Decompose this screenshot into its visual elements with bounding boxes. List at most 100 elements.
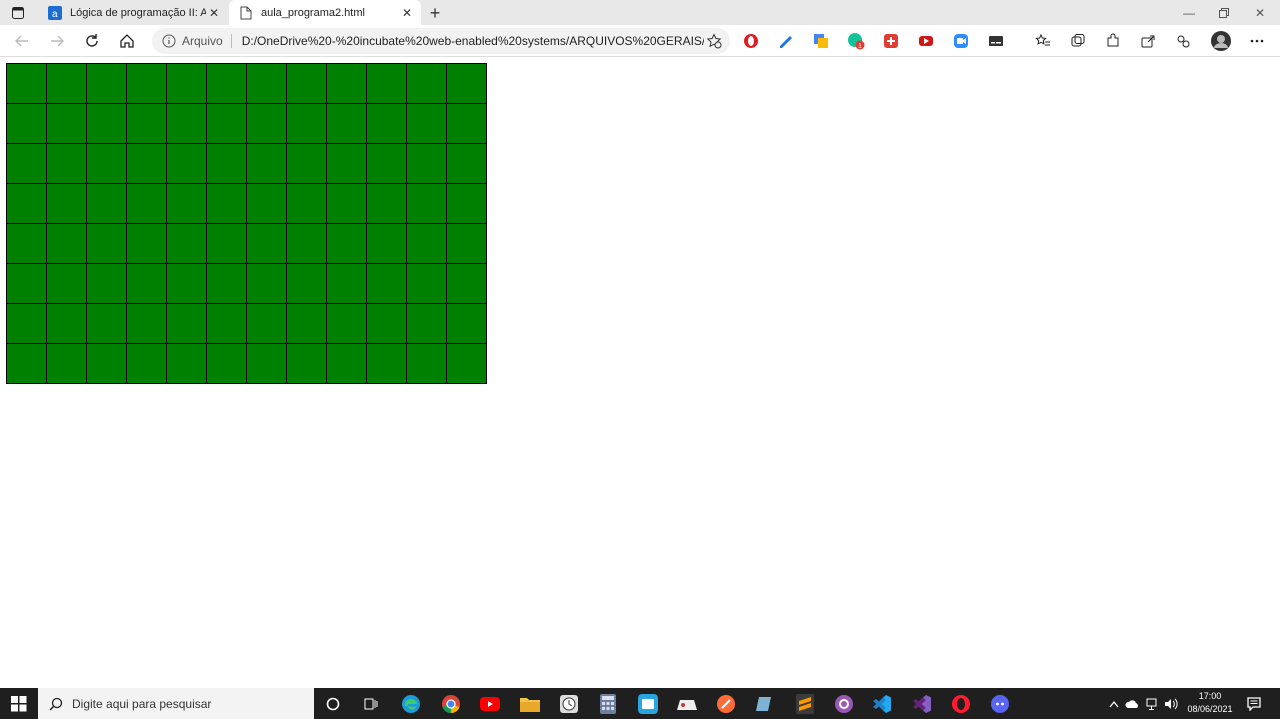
chrome-app-icon[interactable] bbox=[440, 693, 462, 715]
show-hidden-icons[interactable] bbox=[1106, 688, 1122, 719]
grid-cell bbox=[407, 304, 447, 344]
remote-app-icon[interactable] bbox=[637, 693, 659, 715]
start-button[interactable] bbox=[0, 688, 38, 719]
calculator-app-icon[interactable] bbox=[597, 693, 619, 715]
grid-cell bbox=[167, 184, 207, 224]
plus-extension-icon[interactable] bbox=[881, 31, 901, 51]
controller-app-icon[interactable] bbox=[676, 693, 698, 715]
subtitle-extension-icon[interactable] bbox=[986, 31, 1006, 51]
extensions-icon[interactable] bbox=[1103, 31, 1123, 51]
url-text[interactable]: D:/OneDrive%20-%20incubate%20web-enabled… bbox=[242, 34, 704, 48]
collections-icon[interactable] bbox=[1068, 31, 1088, 51]
zoom-extension-icon[interactable] bbox=[951, 31, 971, 51]
grid-cell bbox=[447, 64, 487, 104]
profile-settings-icon[interactable] bbox=[1173, 31, 1193, 51]
scheme-label: Arquivo bbox=[182, 34, 223, 48]
video-extension-icon[interactable] bbox=[916, 31, 936, 51]
grammarly-extension-icon[interactable]: 1 bbox=[846, 31, 866, 51]
grid-cell bbox=[47, 304, 87, 344]
forward-button[interactable] bbox=[45, 29, 69, 53]
tab-actions-icon bbox=[12, 7, 24, 19]
grid-cell bbox=[167, 64, 207, 104]
grid-cell bbox=[47, 184, 87, 224]
volume-icon[interactable] bbox=[1162, 688, 1180, 719]
grid-cell bbox=[167, 144, 207, 184]
sublime-app-icon[interactable] bbox=[794, 693, 816, 715]
grid-cell bbox=[247, 264, 287, 304]
grid-cell bbox=[207, 64, 247, 104]
taskbar-search[interactable]: Digite aqui para pesquisar bbox=[38, 688, 314, 719]
refresh-button[interactable] bbox=[80, 29, 104, 53]
browser-toolbar: Arquivo D:/OneDrive%20-%20incubate%20web… bbox=[0, 25, 1280, 57]
grid-cell bbox=[87, 304, 127, 344]
avatar[interactable] bbox=[1210, 30, 1232, 52]
edge-app-icon[interactable] bbox=[400, 693, 422, 715]
discord-app-icon[interactable] bbox=[989, 693, 1011, 715]
onedrive-icon[interactable] bbox=[1124, 688, 1142, 719]
opera-extension-icon[interactable] bbox=[741, 31, 761, 51]
home-button[interactable] bbox=[115, 29, 139, 53]
grid-cell bbox=[47, 224, 87, 264]
refresh-icon bbox=[86, 34, 98, 47]
add-favorite-icon[interactable] bbox=[704, 31, 724, 51]
tab-logica[interactable]: a Lógica de programação II: Aula 2 ✕ bbox=[38, 0, 228, 25]
grid-cell bbox=[127, 184, 167, 224]
opera-app-icon[interactable] bbox=[950, 693, 972, 715]
grid-cell bbox=[47, 264, 87, 304]
more-options-icon[interactable] bbox=[1247, 31, 1267, 51]
grid-cell bbox=[207, 264, 247, 304]
system-clock[interactable]: 17:00 08/06/2021 bbox=[1180, 690, 1240, 718]
grid-cell bbox=[127, 264, 167, 304]
new-tab-button[interactable]: + bbox=[425, 3, 445, 23]
grid-cell bbox=[287, 144, 327, 184]
grid-cell bbox=[407, 144, 447, 184]
grid-cell bbox=[207, 104, 247, 144]
grid-cell bbox=[167, 224, 207, 264]
share-icon[interactable] bbox=[1138, 31, 1158, 51]
pen-extension-icon[interactable] bbox=[776, 31, 796, 51]
grid-cell bbox=[247, 64, 287, 104]
grid-cell bbox=[287, 264, 327, 304]
clock-date: 08/06/2021 bbox=[1187, 704, 1233, 714]
grid-cell bbox=[327, 144, 367, 184]
task-view-icon[interactable] bbox=[360, 693, 382, 715]
github-app-icon[interactable] bbox=[833, 693, 855, 715]
cortana-icon[interactable] bbox=[322, 693, 344, 715]
translate-extension-icon[interactable] bbox=[811, 31, 831, 51]
minimize-button[interactable]: — bbox=[1172, 0, 1206, 25]
notes-app-icon[interactable] bbox=[754, 693, 776, 715]
tab-actions-button[interactable] bbox=[6, 4, 30, 22]
vscode-app-icon[interactable] bbox=[871, 693, 893, 715]
close-tab-icon[interactable]: ✕ bbox=[206, 5, 222, 21]
grid-cell bbox=[367, 264, 407, 304]
address-bar[interactable]: Arquivo D:/OneDrive%20-%20incubate%20web… bbox=[152, 28, 730, 54]
grid-cell bbox=[167, 344, 207, 384]
arrow-right-icon bbox=[51, 35, 64, 47]
notifications-button[interactable] bbox=[1244, 688, 1264, 719]
grid-cell bbox=[247, 344, 287, 384]
tab-aula-programa2[interactable]: aula_programa2.html ✕ bbox=[229, 0, 421, 25]
back-button[interactable] bbox=[10, 29, 34, 53]
youtube-app-icon[interactable] bbox=[479, 693, 501, 715]
grid-cell bbox=[407, 64, 447, 104]
close-tab-icon[interactable]: ✕ bbox=[399, 5, 415, 21]
clock-app-icon[interactable] bbox=[558, 693, 580, 715]
grid-cell bbox=[447, 264, 487, 304]
restore-button[interactable] bbox=[1207, 0, 1241, 25]
file-explorer-icon[interactable] bbox=[519, 693, 541, 715]
grid-cell bbox=[407, 104, 447, 144]
grid-cell bbox=[327, 264, 367, 304]
network-icon[interactable] bbox=[1144, 688, 1162, 719]
grid-cell bbox=[207, 224, 247, 264]
visual-studio-app-icon[interactable] bbox=[911, 693, 933, 715]
page-viewport bbox=[0, 57, 1280, 688]
grid-cell bbox=[127, 224, 167, 264]
close-window-button[interactable]: ✕ bbox=[1243, 0, 1277, 25]
favorites-icon[interactable] bbox=[1033, 31, 1053, 51]
clock-time: 17:00 bbox=[1198, 691, 1222, 701]
postman-app-icon[interactable] bbox=[715, 693, 737, 715]
grid-cell bbox=[7, 104, 47, 144]
info-icon[interactable] bbox=[162, 34, 176, 48]
notification-icon bbox=[1247, 696, 1261, 711]
grid-cell bbox=[407, 184, 447, 224]
